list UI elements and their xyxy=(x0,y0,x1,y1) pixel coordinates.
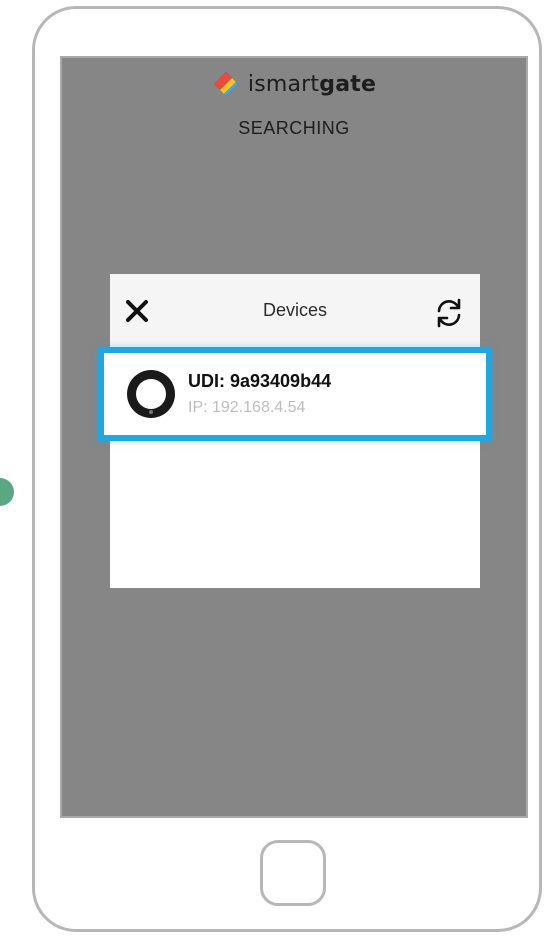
home-button[interactable] xyxy=(260,840,326,906)
status-text: SEARCHING xyxy=(238,118,350,138)
device-ip: IP: 192.168.4.54 xyxy=(188,399,306,416)
brand-name-bold: gate xyxy=(319,71,377,97)
side-decoration-dot xyxy=(0,478,14,506)
brand-name-light: ismart xyxy=(247,71,320,97)
app-screen: ismartgate SEARCHING Devices UDI: 9a9340… xyxy=(60,56,528,818)
dialog-header: Devices xyxy=(110,274,480,346)
device-list-item[interactable]: UDI: 9a93409b44 IP: 192.168.4.54 xyxy=(98,347,492,441)
devices-dialog: Devices UDI: 9a93409b44 IP: 192.168.4.54 xyxy=(98,274,492,588)
diamond-logo-icon xyxy=(213,72,238,96)
device-udi: UDI: 9a93409b44 xyxy=(188,371,332,391)
refresh-icon[interactable] xyxy=(432,296,466,330)
device-ring-icon xyxy=(127,370,175,418)
dialog-title: Devices xyxy=(262,300,328,320)
brand-header: ismartgate xyxy=(62,70,526,98)
brand-name: ismartgate xyxy=(248,72,376,97)
